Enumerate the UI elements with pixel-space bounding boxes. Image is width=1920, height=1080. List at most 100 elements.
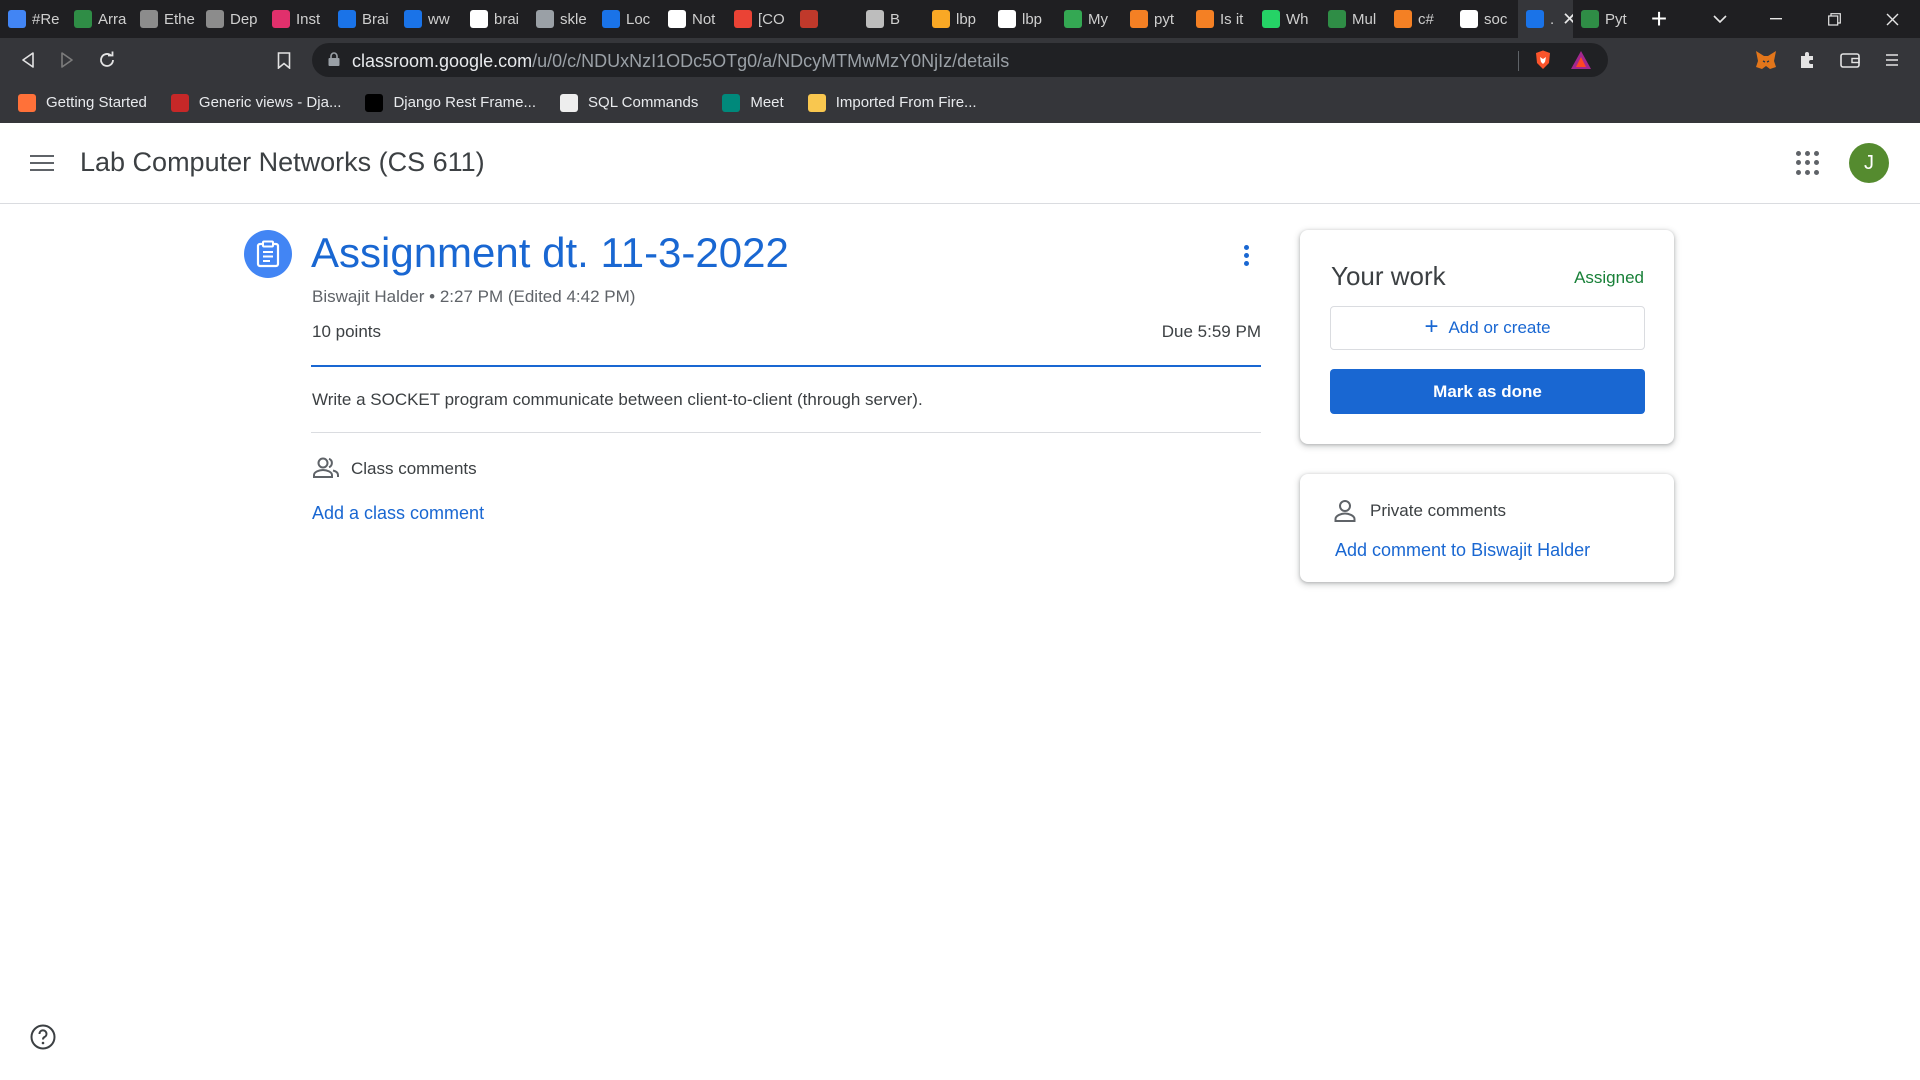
browser-tab[interactable]: skle: [528, 0, 594, 38]
title-divider: [311, 365, 1261, 367]
tab-label: Ethe: [164, 10, 195, 28]
address-bar[interactable]: classroom.google.com/u/0/c/NDUxNzI1ODc5O…: [312, 43, 1608, 77]
browser-tab[interactable]: . ✕: [1518, 0, 1573, 38]
browser-tab[interactable]: brai: [462, 0, 528, 38]
add-private-comment-link[interactable]: Add comment to Biswajit Halder: [1335, 540, 1590, 561]
reload-button[interactable]: [93, 46, 121, 74]
instagram-icon: [272, 10, 290, 28]
restore-button[interactable]: [1806, 0, 1862, 38]
firefox-icon: [18, 93, 36, 112]
your-work-title: Your work: [1331, 261, 1446, 291]
tool-icon: [800, 10, 818, 28]
classroom-header: Lab Computer Networks (CS 611) J: [0, 123, 1920, 204]
browser-tab[interactable]: lbp: [990, 0, 1056, 38]
browser-tab[interactable]: soc: [1452, 0, 1518, 38]
bookmark-icon[interactable]: [270, 46, 298, 74]
bookmark-item[interactable]: Generic views - Dja...: [170, 93, 341, 112]
browser-tab[interactable]: pyt: [1122, 0, 1188, 38]
close-tab-icon[interactable]: ✕: [1562, 9, 1573, 30]
bookmark-label: SQL Commands: [588, 94, 699, 111]
lock-icon: [328, 52, 340, 66]
stackoverflow-icon: [1130, 10, 1148, 28]
main-menu-button[interactable]: [30, 149, 58, 177]
browser-tab[interactable]: Mul: [1320, 0, 1386, 38]
tab-label: Is it: [1220, 10, 1244, 28]
wallet-icon[interactable]: [1836, 46, 1864, 74]
tab-label: Dep: [230, 10, 258, 28]
browser-tab[interactable]: [CO: [726, 0, 792, 38]
bookmark-label: Meet: [750, 94, 784, 111]
bookmark-item[interactable]: Getting Started: [18, 93, 147, 112]
bookmark-item[interactable]: Imported From Fire...: [807, 93, 977, 112]
sql-icon: [560, 93, 579, 112]
notion-icon: [668, 10, 686, 28]
browser-tab[interactable]: c#: [1386, 0, 1452, 38]
forward-button[interactable]: [53, 46, 81, 74]
meet-icon: [722, 93, 741, 112]
minimize-button[interactable]: [1748, 0, 1804, 38]
close-window-button[interactable]: [1864, 0, 1920, 38]
docs-icon: [8, 10, 26, 28]
browser-tab[interactable]: lbp: [924, 0, 990, 38]
browser-tab[interactable]: Is it: [1188, 0, 1254, 38]
bookmark-label: Django Rest Frame...: [393, 94, 537, 111]
google-apps-icon[interactable]: [1796, 151, 1820, 175]
drive-icon: [1064, 10, 1082, 28]
tab-label: Brai: [362, 10, 389, 28]
browser-tab[interactable]: [792, 0, 858, 38]
add-class-comment-link[interactable]: Add a class comment: [312, 503, 484, 524]
tab-label: [CO: [758, 10, 785, 28]
browser-tab[interactable]: Brai: [330, 0, 396, 38]
browser-tab[interactable]: ww: [396, 0, 462, 38]
course-title[interactable]: Lab Computer Networks (CS 611): [80, 147, 485, 178]
browser-menu-icon[interactable]: [1878, 46, 1906, 74]
tab-label: Not: [692, 10, 716, 28]
hamburger-icon: [30, 169, 54, 171]
browser-tab[interactable]: Inst: [264, 0, 330, 38]
description-divider: [311, 432, 1261, 433]
browser-tab[interactable]: Wh: [1254, 0, 1320, 38]
tab-search-icon[interactable]: [1692, 0, 1748, 38]
tab-strip: #Re Arra Ethe Dep Inst Brai ww brai skle Loc Not [C…: [0, 0, 1920, 38]
tab-label: Arra: [98, 10, 127, 28]
tab-label: Loc: [626, 10, 651, 28]
add-or-create-button[interactable]: + Add or create: [1330, 306, 1645, 350]
tab-label: pyt: [1154, 10, 1175, 28]
browser-tab[interactable]: My: [1056, 0, 1122, 38]
browser-tab[interactable]: Ethe: [132, 0, 198, 38]
globe-icon: [536, 10, 554, 28]
more-options-icon[interactable]: [1236, 242, 1256, 268]
browser-tab[interactable]: Not: [660, 0, 726, 38]
tab-label: skle: [560, 10, 587, 28]
browser-tab[interactable]: Arra: [66, 0, 132, 38]
metamask-icon[interactable]: [1752, 46, 1780, 74]
brave-rewards-icon[interactable]: [1570, 50, 1592, 75]
github-icon: [470, 10, 488, 28]
browser-tab[interactable]: Pyt: [1573, 0, 1639, 38]
new-tab-button[interactable]: +: [1639, 0, 1679, 38]
extensions-icon[interactable]: [1793, 46, 1821, 74]
browser-tab[interactable]: #Re: [0, 0, 66, 38]
private-comments-label: Private comments: [1370, 501, 1507, 520]
bookmark-item[interactable]: Meet: [722, 93, 784, 112]
browser-tab[interactable]: Dep: [198, 0, 264, 38]
tab-label: soc: [1484, 10, 1508, 28]
browser-tab[interactable]: Loc: [594, 0, 660, 38]
browser-tab[interactable]: B: [858, 0, 924, 38]
tab-label: Inst: [296, 10, 321, 28]
back-button[interactable]: [14, 46, 42, 74]
plus-icon: +: [1424, 313, 1439, 340]
stackoverflow-icon: [1394, 10, 1412, 28]
help-icon[interactable]: [29, 1023, 57, 1051]
tab-label: B: [890, 10, 901, 28]
hamburger-icon: [30, 162, 54, 164]
bookmarks-bar: Getting Started Generic views - Dja... Dja…: [0, 82, 1920, 123]
bookmark-item[interactable]: SQL Commands: [560, 93, 699, 112]
brave-shield-icon[interactable]: [1534, 50, 1552, 75]
mark-as-done-button[interactable]: Mark as done: [1330, 369, 1645, 414]
avatar[interactable]: J: [1849, 143, 1889, 183]
hamburger-icon: [30, 155, 54, 157]
your-work-card: Your work Assigned + Add or create Mark …: [1300, 230, 1674, 444]
drf-icon: [365, 93, 384, 112]
bookmark-item[interactable]: Django Rest Frame...: [365, 93, 537, 112]
